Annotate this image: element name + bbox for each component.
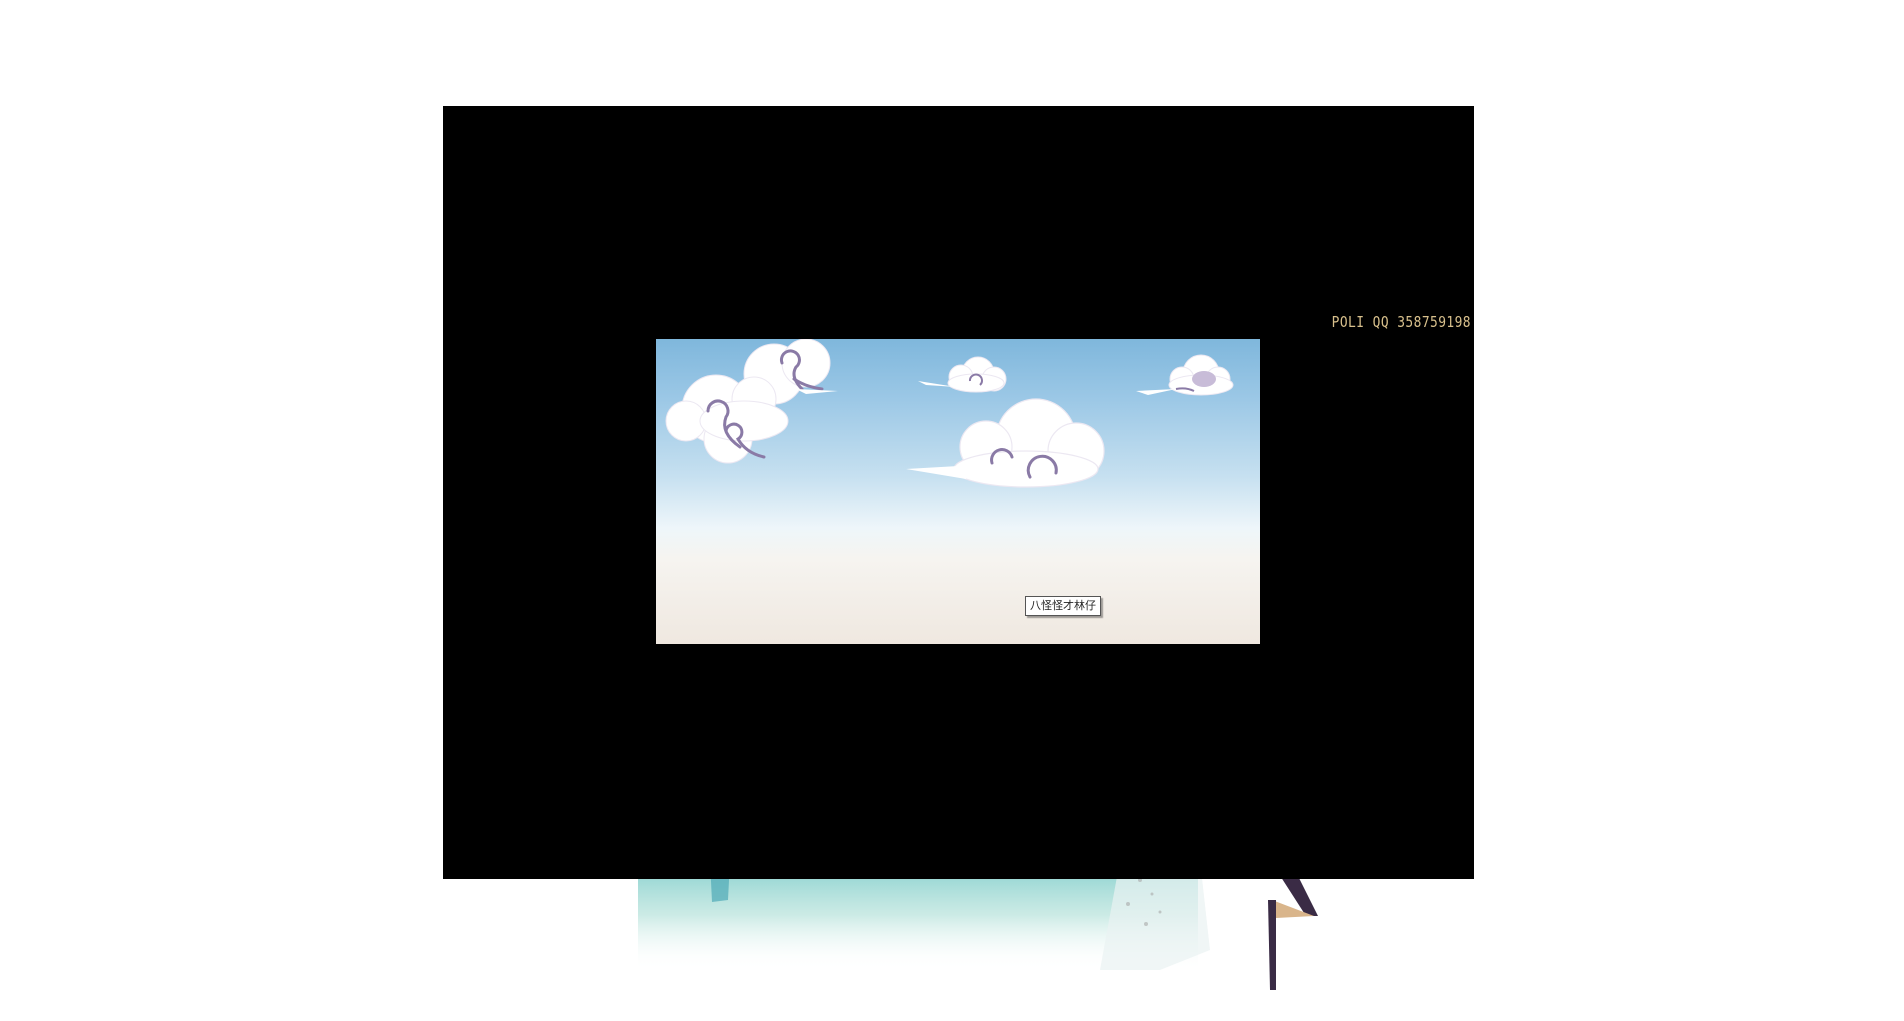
flash-player-stage[interactable]: POLI QQ 358759198 八怪怪才林仔 bbox=[443, 106, 1474, 879]
clouds-layer bbox=[665, 339, 1234, 488]
background-illustration bbox=[610, 860, 1318, 990]
tooltip: 八怪怪才林仔 bbox=[1025, 596, 1101, 616]
page: POLI QQ 358759198 八怪怪才林仔 bbox=[0, 0, 1904, 1021]
author-credit: POLI QQ 358759198 bbox=[1331, 313, 1471, 331]
sky-scene[interactable]: 八怪怪才林仔 bbox=[656, 339, 1260, 644]
cloud-icon bbox=[906, 398, 1105, 488]
cloud-icon bbox=[1136, 354, 1234, 396]
cloud-icon bbox=[665, 339, 838, 464]
cloud-icon bbox=[918, 356, 1007, 393]
